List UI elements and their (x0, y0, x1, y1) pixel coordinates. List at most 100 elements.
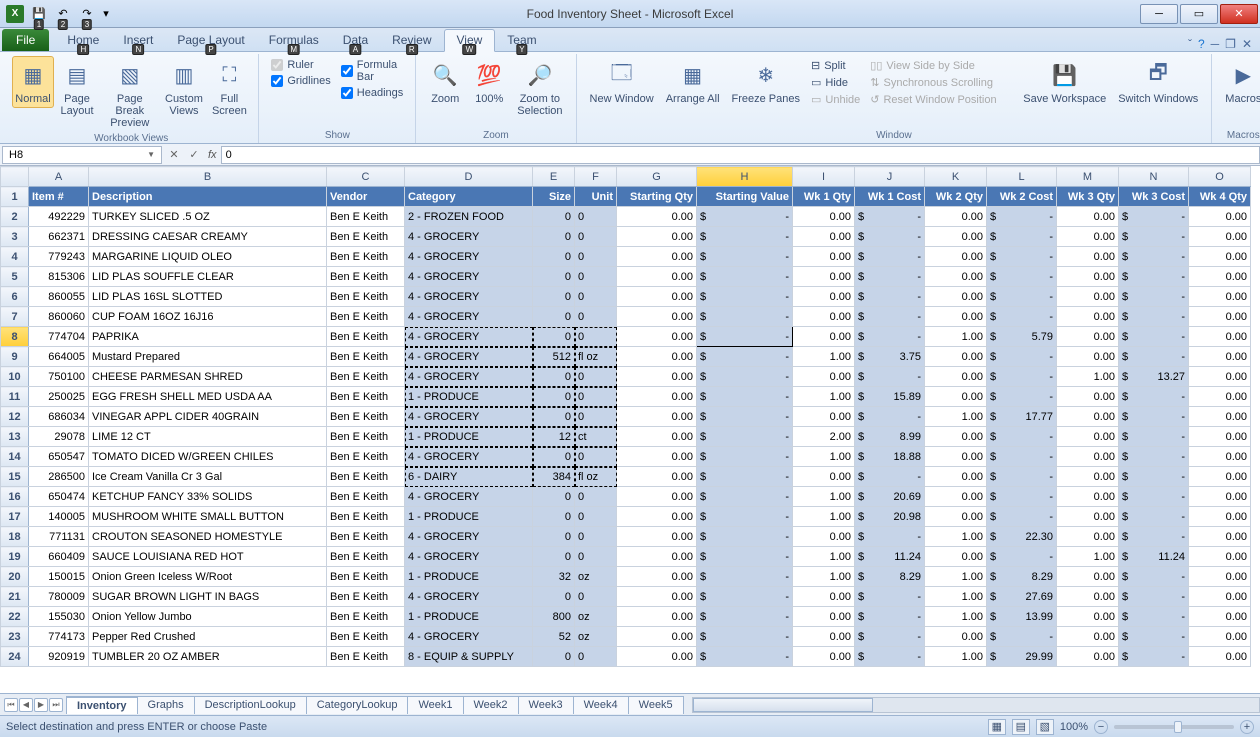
cell[interactable]: 860055 (29, 287, 89, 307)
maximize-button[interactable]: ▭ (1180, 4, 1218, 24)
cell[interactable]: $- (697, 367, 793, 387)
cell[interactable]: 0.00 (1057, 627, 1119, 647)
cell[interactable]: $- (697, 287, 793, 307)
cell[interactable]: $- (697, 527, 793, 547)
name-box[interactable]: H8▼ (2, 146, 162, 164)
cell[interactable]: 4 - GROCERY (405, 627, 533, 647)
cell[interactable]: 0.00 (793, 467, 855, 487)
cell[interactable]: 0.00 (1057, 607, 1119, 627)
row-header-20[interactable]: 20 (1, 567, 29, 587)
cell[interactable]: 0.00 (617, 347, 697, 367)
cell[interactable]: 0.00 (793, 407, 855, 427)
status-normal-view-icon[interactable]: ▦ (988, 719, 1006, 735)
cell[interactable]: $- (987, 547, 1057, 567)
cell[interactable]: $- (987, 307, 1057, 327)
cell[interactable]: SUGAR BROWN LIGHT IN BAGS (89, 587, 327, 607)
cell[interactable]: 0 (533, 307, 575, 327)
row-header-21[interactable]: 21 (1, 587, 29, 607)
sheet-tab-categorylookup[interactable]: CategoryLookup (306, 696, 409, 714)
cell[interactable]: 1 - PRODUCE (405, 607, 533, 627)
cell[interactable]: 0 (575, 287, 617, 307)
cell[interactable]: 0.00 (617, 267, 697, 287)
cell[interactable]: 0.00 (1057, 487, 1119, 507)
cell[interactable]: 0.00 (617, 327, 697, 347)
cell[interactable]: 0.00 (617, 487, 697, 507)
spreadsheet-grid[interactable]: ABCDEFGHIJKLMNO1Item #DescriptionVendorC… (0, 166, 1251, 667)
cell[interactable]: 0.00 (1189, 547, 1251, 567)
cell[interactable]: $- (697, 427, 793, 447)
excel-menu-icon[interactable]: X (4, 3, 26, 25)
cell[interactable]: 750100 (29, 367, 89, 387)
cell[interactable]: 650547 (29, 447, 89, 467)
cell[interactable]: 250025 (29, 387, 89, 407)
header-cell[interactable]: Unit (575, 187, 617, 207)
cell[interactable]: $20.69 (855, 487, 925, 507)
tab-file[interactable]: File (2, 29, 49, 51)
cell[interactable]: 0.00 (617, 307, 697, 327)
cell[interactable]: 0.00 (1189, 627, 1251, 647)
cancel-formula-icon[interactable]: ✕ (164, 148, 184, 161)
mdi-restore-icon[interactable]: ❐ (1225, 37, 1236, 51)
cell[interactable]: $- (987, 227, 1057, 247)
qat-save-icon[interactable]: 💾1 (28, 3, 50, 25)
cell[interactable]: 0 (575, 487, 617, 507)
cell[interactable]: 12 (533, 427, 575, 447)
cell[interactable]: KETCHUP FANCY 33% SOLIDS (89, 487, 327, 507)
cell[interactable]: 0.00 (1057, 567, 1119, 587)
cell[interactable]: 1 - PRODUCE (405, 387, 533, 407)
cell[interactable]: 774173 (29, 627, 89, 647)
col-header-I[interactable]: I (793, 167, 855, 187)
col-header-L[interactable]: L (987, 167, 1057, 187)
cell[interactable]: 0.00 (617, 427, 697, 447)
normal-view-button[interactable]: ▦Normal (12, 56, 54, 108)
close-button[interactable]: ✕ (1220, 4, 1258, 24)
cell[interactable]: $- (987, 487, 1057, 507)
cell[interactable]: 1.00 (925, 647, 987, 667)
cell[interactable]: 29078 (29, 427, 89, 447)
cell[interactable]: 0.00 (925, 447, 987, 467)
cell[interactable]: Ben E Keith (327, 367, 405, 387)
cell[interactable]: Ben E Keith (327, 247, 405, 267)
cell[interactable]: $- (855, 367, 925, 387)
cell[interactable]: $- (855, 467, 925, 487)
cell[interactable]: Ben E Keith (327, 347, 405, 367)
cell[interactable]: Ben E Keith (327, 447, 405, 467)
cell[interactable]: Ben E Keith (327, 207, 405, 227)
cell[interactable]: $- (855, 267, 925, 287)
cell[interactable]: $- (1119, 267, 1189, 287)
cell[interactable]: 4 - GROCERY (405, 267, 533, 287)
cell[interactable]: 0.00 (1189, 207, 1251, 227)
cell[interactable]: $- (697, 247, 793, 267)
cell[interactable]: 0 (533, 287, 575, 307)
cell[interactable]: 0.00 (1057, 347, 1119, 367)
cell[interactable]: 0.00 (925, 347, 987, 367)
cell[interactable]: 384 (533, 467, 575, 487)
col-header-N[interactable]: N (1119, 167, 1189, 187)
cell[interactable]: 0.00 (1057, 527, 1119, 547)
cell[interactable]: 0.00 (1189, 467, 1251, 487)
cell[interactable]: 0 (533, 267, 575, 287)
cell[interactable]: $- (855, 407, 925, 427)
row-header-14[interactable]: 14 (1, 447, 29, 467)
cell[interactable]: 0.00 (925, 367, 987, 387)
sheet-tab-week5[interactable]: Week5 (628, 696, 684, 714)
row-header-13[interactable]: 13 (1, 427, 29, 447)
cell[interactable]: 0.00 (1057, 207, 1119, 227)
cell[interactable]: 155030 (29, 607, 89, 627)
header-cell[interactable]: Size (533, 187, 575, 207)
row-header-24[interactable]: 24 (1, 647, 29, 667)
formula-input[interactable] (221, 146, 1260, 164)
cell[interactable]: $- (987, 467, 1057, 487)
cell[interactable]: 650474 (29, 487, 89, 507)
cell[interactable]: $13.99 (987, 607, 1057, 627)
cell[interactable]: Ben E Keith (327, 587, 405, 607)
cell[interactable]: 0 (533, 487, 575, 507)
mdi-minimize-icon[interactable]: ─ (1211, 37, 1220, 51)
cell[interactable]: 0.00 (617, 627, 697, 647)
cell[interactable]: 0.00 (1189, 507, 1251, 527)
formula-bar-checkbox[interactable]: Formula Bar (337, 58, 407, 84)
cell[interactable]: 0.00 (925, 487, 987, 507)
ribbon-minimize-icon[interactable]: ˇ (1188, 37, 1192, 51)
cell[interactable]: 0.00 (925, 247, 987, 267)
cell[interactable]: CROUTON SEASONED HOMESTYLE (89, 527, 327, 547)
